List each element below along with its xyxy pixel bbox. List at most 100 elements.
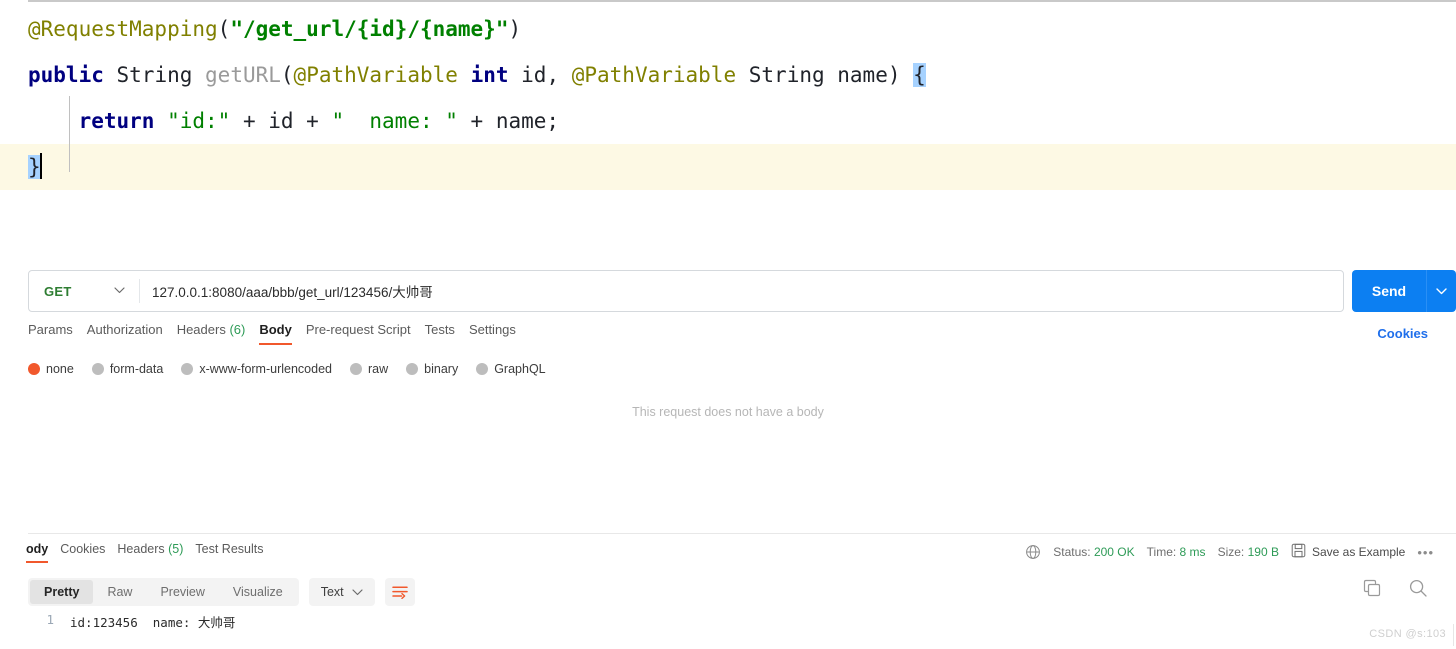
body-type-raw[interactable]: raw (350, 362, 388, 376)
body-type-radio-group[interactable]: none form-data x-www-form-urlencoded raw bin… (28, 362, 546, 376)
body-type-none[interactable]: none (28, 362, 74, 376)
tab-label: Headers (117, 542, 165, 556)
response-tab-headers[interactable]: Headers (5) (117, 542, 195, 563)
send-button-group: Send (1352, 270, 1456, 312)
code-token: public (28, 63, 104, 87)
code-token: String (748, 63, 825, 87)
response-view-toolbar: Pretty Raw Preview Visualize Text (28, 578, 415, 606)
http-method-select[interactable]: GET (29, 271, 139, 311)
code-token: ) (508, 17, 522, 41)
copy-icon[interactable] (1362, 578, 1384, 600)
search-icon[interactable] (1408, 578, 1430, 600)
response-tools-right (1362, 578, 1430, 600)
response-format-select[interactable]: Text (308, 578, 375, 606)
response-body-viewer[interactable]: 1 id:123456 name: 大帅哥 (28, 612, 1428, 642)
active-tab-underline (259, 343, 292, 345)
time-group: Time: 8 ms (1147, 545, 1206, 559)
code-token: ( (280, 63, 294, 87)
globe-icon[interactable] (1025, 544, 1041, 560)
url-field-group: GET (28, 270, 1344, 312)
line-annotation[interactable]: @RequestMapping("/get_url/{id}/{name}") (0, 6, 1456, 52)
request-tab-pre-request-script[interactable]: Pre-request Script (306, 322, 425, 345)
response-tabs[interactable]: ody Cookies Headers (5) Test Results (26, 542, 276, 568)
cookies-link[interactable]: Cookies (1377, 326, 1428, 341)
radio-button-icon[interactable] (91, 363, 104, 375)
request-tabs[interactable]: Params Authorization Headers (6) Body Pre-re… (28, 322, 530, 352)
response-view-raw[interactable]: Raw (93, 580, 146, 604)
code-token: ( (217, 17, 231, 41)
body-type-binary[interactable]: binary (406, 362, 458, 376)
response-meta: Status: 200 OK Time: 8 ms Size: 190 B Sa… (1025, 543, 1434, 561)
code-token: int (470, 63, 509, 87)
request-tab-authorization[interactable]: Authorization (87, 322, 177, 345)
url-input[interactable] (140, 271, 1343, 311)
code-token: + id + (230, 109, 332, 133)
word-wrap-icon[interactable] (384, 578, 415, 606)
code-token: + name; (457, 109, 560, 133)
request-tab-tests[interactable]: Tests (425, 322, 469, 345)
body-type-form-data[interactable]: form-data (91, 362, 163, 376)
request-tab-settings[interactable]: Settings (469, 322, 530, 345)
request-tab-headers[interactable]: Headers (6) (177, 322, 260, 345)
line-close-brace[interactable]: } (0, 144, 1456, 190)
radio-button-icon[interactable] (476, 363, 489, 375)
editor-top-divider (28, 0, 1456, 2)
radio-button-icon[interactable] (181, 363, 194, 375)
code-content[interactable]: @RequestMapping("/get_url/{id}/{name}") p… (0, 6, 1456, 190)
tab-label: Authorization (86, 322, 163, 337)
response-view-visualize[interactable]: Visualize (219, 580, 297, 604)
tab-label: Cookies (60, 542, 106, 556)
response-view-pretty[interactable]: Pretty (30, 580, 94, 604)
tab-count-badge: (5) (164, 542, 184, 556)
tab-label: ody (26, 542, 49, 556)
body-type-label: none (46, 362, 74, 376)
code-token: name) (824, 63, 901, 87)
code-token: "id:" (167, 109, 231, 133)
request-url-bar: GET Send (28, 270, 1456, 312)
tab-count-badge: (6) (225, 322, 246, 337)
response-tab-ody[interactable]: ody (26, 542, 60, 563)
radio-button-icon[interactable] (350, 363, 362, 375)
tab-label: Params (28, 322, 73, 337)
code-token: @PathVariable (293, 63, 458, 87)
chevron-down-icon (352, 585, 363, 599)
send-button[interactable]: Send (1352, 270, 1426, 312)
tab-label: Tests (424, 322, 455, 337)
radio-button-icon[interactable] (406, 363, 419, 375)
body-type-x-www-form-urlencoded[interactable]: x-www-form-urlencoded (181, 362, 332, 376)
code-editor-pane[interactable]: @RequestMapping("/get_url/{id}/{name}") p… (0, 0, 1456, 238)
code-token: @PathVariable (571, 63, 737, 87)
time-value: 8 ms (1179, 545, 1206, 559)
code-token: String (116, 63, 193, 87)
code-token: "/get_url/{id}/{name}" (230, 17, 509, 41)
save-icon (1291, 543, 1306, 561)
empty-body-message: This request does not have a body (632, 405, 824, 419)
request-tab-body[interactable]: Body (259, 322, 306, 345)
code-token: return (78, 109, 155, 133)
status-label: Status: (1053, 545, 1091, 559)
body-type-label: binary (424, 362, 459, 376)
line-signature[interactable]: public String getURL(@PathVariable int i… (0, 52, 1456, 98)
request-tab-params[interactable]: Params (28, 322, 87, 345)
time-label: Time: (1146, 545, 1177, 559)
tab-label: Test Results (195, 542, 264, 556)
size-value: 190 B (1247, 545, 1279, 559)
save-as-example-button[interactable]: Save as Example (1291, 543, 1405, 561)
response-tab-test-results[interactable]: Test Results (195, 542, 275, 563)
send-options-caret-icon[interactable] (1426, 270, 1456, 312)
body-type-label: GraphQL (494, 362, 546, 376)
response-view-preview[interactable]: Preview (146, 580, 218, 604)
body-type-graphql[interactable]: GraphQL (476, 362, 546, 376)
code-token: { (913, 63, 926, 87)
size-group: Size: 190 B (1218, 545, 1279, 559)
response-tab-cookies[interactable]: Cookies (60, 542, 117, 563)
radio-button-icon[interactable] (28, 363, 40, 375)
response-view-mode-group[interactable]: Pretty Raw Preview Visualize (28, 578, 299, 606)
more-horizontal-icon[interactable]: ••• (1417, 545, 1434, 560)
line-return[interactable]: return "id:" + id + " name: " + name; (0, 98, 1456, 144)
